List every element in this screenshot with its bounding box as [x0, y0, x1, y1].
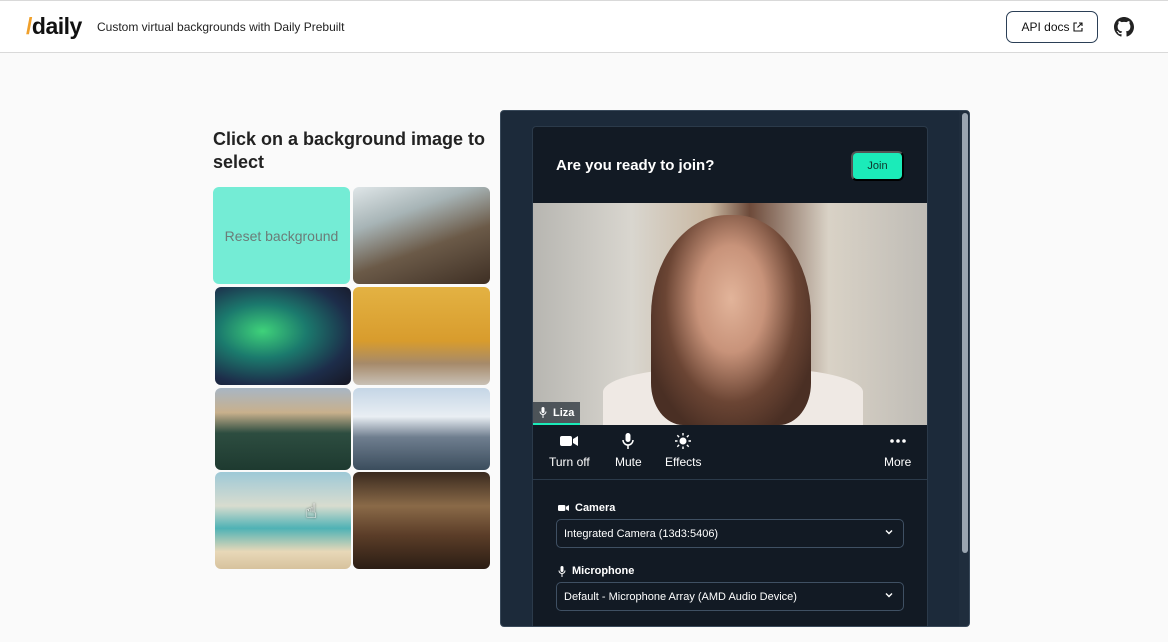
background-tile-restaurant-window[interactable] — [353, 187, 490, 284]
mute-label: Mute — [615, 455, 642, 469]
panel-scrollbar[interactable] — [959, 111, 969, 626]
background-tile-mountain-forest-lake[interactable] — [215, 388, 351, 470]
prejoin-card: Are you ready to join? Join Liza Turn of… — [532, 126, 928, 626]
top-bar: /daily Custom virtual backgrounds with D… — [0, 0, 1168, 53]
daily-logo[interactable]: /daily — [26, 13, 82, 40]
microphone-select-value: Default - Microphone Array (AMD Audio De… — [564, 590, 797, 603]
background-tile-snowy-mountains[interactable] — [353, 388, 490, 470]
camera-toggle-button[interactable]: Turn off — [549, 433, 590, 469]
participant-name-tag: Liza — [533, 402, 581, 425]
more-dots-icon — [889, 439, 906, 443]
background-tile-aurora-forest[interactable] — [215, 287, 351, 385]
ready-title: Are you ready to join? — [556, 157, 715, 174]
microphone-icon — [622, 433, 635, 449]
scrollbar-thumb[interactable] — [962, 113, 968, 553]
effects-label: Effects — [665, 455, 702, 469]
microphone-label-text: Microphone — [572, 565, 635, 577]
api-docs-label: API docs — [1021, 20, 1070, 34]
api-docs-button[interactable]: API docs — [1006, 11, 1098, 43]
microphone-select[interactable]: Default - Microphone Array (AMD Audio De… — [556, 582, 904, 611]
camera-select-value: Integrated Camera (13d3:5406) — [564, 527, 719, 540]
microphone-field-label: Microphone — [558, 565, 634, 577]
logo-text: daily — [31, 13, 82, 39]
participant-name: Liza — [553, 406, 575, 419]
camera-icon — [560, 436, 579, 446]
background-tile-beach-sunset[interactable]: ☝ — [215, 472, 351, 569]
effects-button[interactable]: Effects — [665, 433, 701, 469]
chevron-down-icon — [885, 530, 893, 535]
camera-icon — [558, 504, 569, 512]
call-controls: Turn off Mute Effects More — [533, 425, 927, 480]
sun-icon — [675, 433, 692, 449]
picker-heading: Click on a background image to select — [213, 129, 486, 172]
mute-button[interactable]: Mute — [615, 433, 642, 469]
microphone-icon — [539, 407, 547, 418]
join-button[interactable]: Join — [851, 151, 904, 181]
more-label: More — [884, 455, 912, 469]
hand-cursor-icon: ☝ — [305, 501, 318, 523]
external-link-icon — [1072, 22, 1083, 32]
camera-toggle-label: Turn off — [549, 455, 590, 469]
reset-background-button[interactable]: Reset background — [213, 187, 350, 284]
background-tile-rustic-restaurant[interactable] — [353, 472, 490, 569]
prejoin-panel: Are you ready to join? Join Liza Turn of… — [500, 110, 970, 627]
camera-label-text: Camera — [575, 502, 616, 514]
github-icon[interactable] — [1114, 17, 1134, 37]
chevron-down-icon — [885, 593, 893, 598]
participant-video — [651, 215, 811, 425]
camera-select[interactable]: Integrated Camera (13d3:5406) — [556, 519, 904, 548]
header-subtitle: Custom virtual backgrounds with Daily Pr… — [97, 20, 345, 34]
background-tile-cafe-table-cat[interactable] — [353, 287, 490, 385]
more-button[interactable]: More — [884, 433, 911, 469]
microphone-icon — [558, 565, 566, 577]
video-preview: Liza — [533, 203, 927, 425]
camera-field-label: Camera — [558, 502, 615, 514]
